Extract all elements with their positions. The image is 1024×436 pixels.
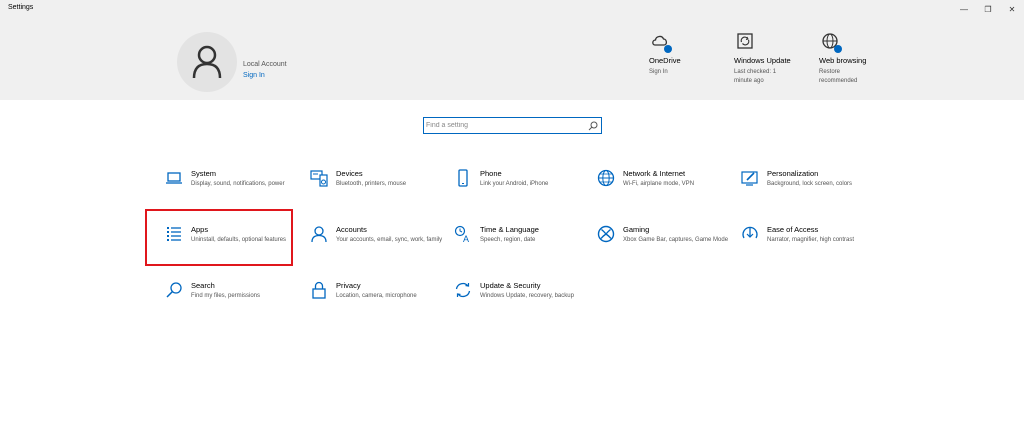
tile-title: Ease of Access xyxy=(767,225,819,234)
tile-title: Phone xyxy=(480,169,502,178)
tile-network[interactable]: Network & Internet Wi-Fi, airplane mode,… xyxy=(595,169,735,215)
title-bar: Settings — ❐ ✕ xyxy=(0,0,1024,18)
tile-phone[interactable]: Phone Link your Android, iPhone xyxy=(452,169,592,215)
tile-desc: Location, camera, microphone xyxy=(336,293,417,299)
ease-of-access-icon xyxy=(742,226,758,239)
keyboard-speaker-icon xyxy=(310,170,328,187)
windows-update-item[interactable]: Windows Update Last checked: 1 minute ag… xyxy=(734,32,809,86)
tile-time-language[interactable]: A Time & Language Speech, region, date xyxy=(452,225,592,271)
sync-arrows-icon xyxy=(455,282,471,298)
search-input[interactable] xyxy=(426,119,586,132)
tile-privacy[interactable]: Privacy Location, camera, microphone xyxy=(308,281,448,327)
tile-devices[interactable]: Devices Bluetooth, printers, mouse xyxy=(308,169,448,215)
minimize-button[interactable]: — xyxy=(952,0,976,18)
phone-icon xyxy=(458,169,468,187)
tile-accounts[interactable]: Accounts Your accounts, email, sync, wor… xyxy=(308,225,448,271)
avatar[interactable] xyxy=(177,32,237,92)
windows-update-icon xyxy=(736,32,754,50)
restore-button[interactable]: ❐ xyxy=(976,0,1000,18)
tile-title: Network & Internet xyxy=(623,169,686,178)
globe-icon xyxy=(821,32,842,53)
tile-title: Privacy xyxy=(336,281,361,290)
tile-title: Gaming xyxy=(623,225,650,234)
sign-in-link[interactable]: Sign In xyxy=(243,72,265,79)
search-icon[interactable] xyxy=(588,121,598,131)
tile-desc: Display, sound, notifications, power xyxy=(191,181,285,187)
web-browsing-sub: Restore recommended xyxy=(819,69,858,84)
person-icon xyxy=(311,226,327,243)
settings-header: Local Account Sign In OneDrive Sign In W… xyxy=(0,18,1024,100)
account-name: Local Account xyxy=(243,61,287,68)
tile-desc: Bluetooth, printers, mouse xyxy=(336,181,407,187)
tile-desc: Narrator, magnifier, high contrast xyxy=(767,237,855,243)
tile-search[interactable]: Search Find my files, permissions xyxy=(163,281,303,327)
onedrive-cloud-icon xyxy=(651,32,672,53)
tile-desc: Your accounts, email, sync, work, family xyxy=(336,237,443,243)
tile-ease-of-access[interactable]: Ease of Access Narrator, magnifier, high… xyxy=(739,225,879,271)
tile-title: Personalization xyxy=(767,169,819,178)
xbox-icon xyxy=(597,225,615,243)
window-title: Settings xyxy=(8,4,34,11)
paint-monitor-icon xyxy=(741,171,758,186)
tile-desc: Xbox Game Bar, captures, Game Mode xyxy=(623,237,729,243)
laptop-icon xyxy=(166,172,182,184)
svg-text:A: A xyxy=(463,234,469,243)
apps-highlight-box xyxy=(145,209,293,266)
globe-icon xyxy=(597,169,615,187)
tile-update-security[interactable]: Update & Security Windows Update, recove… xyxy=(452,281,592,327)
tile-desc: Speech, region, date xyxy=(480,237,536,243)
tile-title: Update & Security xyxy=(480,281,541,290)
tile-desc: Wi-Fi, airplane mode, VPN xyxy=(623,181,695,187)
tile-personalization[interactable]: Personalization Background, lock screen,… xyxy=(739,169,879,215)
search-box[interactable] xyxy=(423,117,602,134)
status-dot xyxy=(664,45,672,53)
web-browsing-item[interactable]: Web browsing Restore recommended xyxy=(819,32,894,86)
tile-title: Search xyxy=(191,281,215,290)
tile-desc: Link your Android, iPhone xyxy=(480,181,549,187)
search-icon xyxy=(166,282,182,298)
status-dot xyxy=(834,45,842,53)
onedrive-item[interactable]: OneDrive Sign In xyxy=(649,32,724,77)
tile-desc: Background, lock screen, colors xyxy=(767,181,853,187)
tile-title: System xyxy=(191,169,217,178)
close-button[interactable]: ✕ xyxy=(1000,0,1024,18)
onedrive-sub: Sign In xyxy=(649,69,668,75)
tile-title: Accounts xyxy=(336,225,367,234)
tile-title: Time & Language xyxy=(480,225,539,234)
tile-title: Devices xyxy=(336,169,363,178)
windows-update-sub: Last checked: 1 minute ago xyxy=(734,69,777,84)
user-icon xyxy=(192,45,222,79)
settings-window: Settings — ❐ ✕ Local Account Sign In One… xyxy=(0,0,1024,436)
time-language-icon: A xyxy=(454,225,469,243)
tile-desc: Find my files, permissions xyxy=(191,293,261,299)
windows-update-title: Windows Update xyxy=(734,56,791,65)
tile-gaming[interactable]: Gaming Xbox Game Bar, captures, Game Mod… xyxy=(595,225,735,271)
lock-icon xyxy=(312,281,326,299)
tile-desc: Windows Update, recovery, backup xyxy=(480,293,574,299)
onedrive-title: OneDrive xyxy=(649,56,681,65)
web-browsing-title: Web browsing xyxy=(819,56,867,65)
